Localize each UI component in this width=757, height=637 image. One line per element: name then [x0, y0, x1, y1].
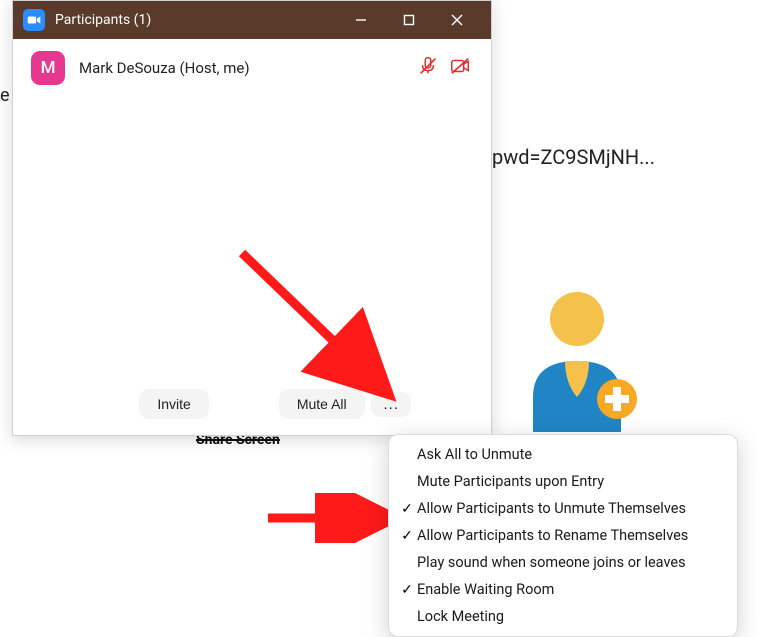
menu-item-label: Ask All to Unmute — [417, 446, 532, 463]
participant-name: Mark DeSouza (Host, me) — [79, 59, 417, 77]
menu-item-label: Mute Participants upon Entry — [417, 473, 604, 490]
participant-status-icons — [417, 55, 471, 81]
menu-item-label: Enable Waiting Room — [417, 581, 554, 598]
menu-item-label: Lock Meeting — [417, 608, 504, 625]
titlebar: Participants (1) — [13, 1, 491, 39]
menu-item-waiting-room[interactable]: ✓ Enable Waiting Room — [389, 576, 737, 603]
avatar: M — [31, 51, 65, 85]
video-off-icon — [449, 55, 471, 81]
menu-item-allow-unmute[interactable]: ✓ Allow Participants to Unmute Themselve… — [389, 495, 737, 522]
add-user-illustration — [525, 287, 640, 436]
menu-item-label: Play sound when someone joins or leaves — [417, 554, 686, 571]
more-options-menu: Ask All to Unmute Mute Participants upon… — [388, 434, 738, 637]
participants-actions: Invite Mute All ... — [13, 377, 491, 435]
maximize-button[interactable] — [385, 1, 433, 39]
menu-item-ask-unmute[interactable]: Ask All to Unmute — [389, 441, 737, 468]
mic-muted-icon — [417, 55, 439, 81]
zoom-app-icon — [23, 9, 45, 31]
invite-button[interactable]: Invite — [139, 389, 208, 419]
annotation-arrow-icon — [263, 493, 398, 543]
menu-item-label: Allow Participants to Rename Themselves — [417, 527, 688, 544]
background-url-fragment: pwd=ZC9SMjNH... — [492, 145, 655, 169]
menu-item-label: Allow Participants to Unmute Themselves — [417, 500, 686, 517]
menu-item-allow-rename[interactable]: ✓ Allow Participants to Rename Themselve… — [389, 522, 737, 549]
menu-item-mute-on-entry[interactable]: Mute Participants upon Entry — [389, 468, 737, 495]
checkmark-icon: ✓ — [397, 501, 417, 517]
participants-panel: Participants (1) M Mark DeSouza (Host, m… — [12, 0, 492, 436]
window-title: Participants (1) — [55, 12, 337, 28]
minimize-button[interactable] — [337, 1, 385, 39]
mute-all-button[interactable]: Mute All — [279, 389, 365, 419]
background-text-fragment: e — [0, 85, 10, 106]
participant-row[interactable]: M Mark DeSouza (Host, me) — [13, 39, 491, 97]
more-options-button[interactable]: ... — [371, 392, 411, 417]
checkmark-icon: ✓ — [397, 582, 417, 598]
menu-item-play-sound[interactable]: Play sound when someone joins or leaves — [389, 549, 737, 576]
menu-item-lock-meeting[interactable]: Lock Meeting — [389, 603, 737, 630]
close-button[interactable] — [433, 1, 481, 39]
checkmark-icon: ✓ — [397, 528, 417, 544]
